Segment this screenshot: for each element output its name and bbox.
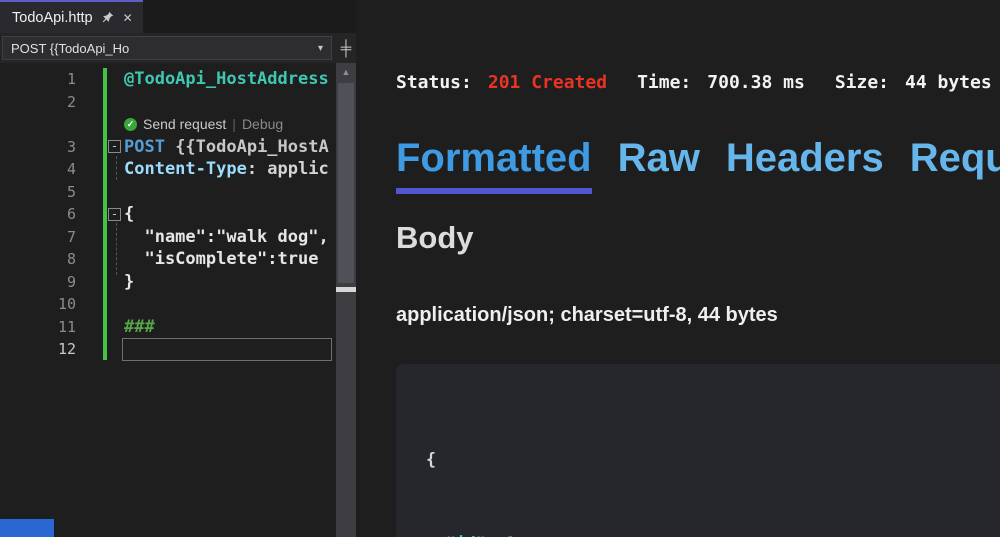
line-number: 11 bbox=[0, 318, 96, 336]
fold-guide-line bbox=[116, 223, 117, 275]
time-group: Time: 700.38 ms bbox=[637, 72, 805, 93]
splitter-grip[interactable] bbox=[336, 287, 356, 292]
status-group: Status: 201 Created bbox=[396, 72, 607, 93]
fold-gutter: - bbox=[96, 208, 124, 221]
tab-title: TodoApi.http bbox=[12, 10, 93, 26]
scrollbar-up-icon[interactable]: ▲ bbox=[336, 63, 356, 77]
scrollbar-thumb[interactable] bbox=[338, 83, 354, 283]
line-number: 3 bbox=[0, 138, 96, 156]
response-body-json: { "id": 1, "name": "walk dog", "isComple… bbox=[396, 364, 1000, 537]
pin-icon-svg bbox=[102, 11, 114, 23]
codelens: ✓ Send request | Debug bbox=[124, 116, 336, 132]
status-label: Status: bbox=[396, 72, 472, 93]
response-tabs: Formatted Raw Headers Request bbox=[396, 136, 1000, 194]
fold-collapse-icon[interactable]: - bbox=[108, 208, 121, 221]
tab-formatted[interactable]: Formatted bbox=[396, 136, 592, 194]
code-line[interactable]: 2 bbox=[0, 91, 336, 114]
code-line[interactable]: 5 bbox=[0, 181, 336, 204]
brace-token: { bbox=[124, 204, 134, 224]
url-token: {{TodoApi_HostA bbox=[165, 137, 329, 157]
code-line[interactable]: 6 - { bbox=[0, 203, 336, 226]
change-tracking-bar bbox=[103, 68, 107, 360]
json-token: "isComplete":true bbox=[124, 249, 318, 269]
tab-strip: TodoApi.http ✕ bbox=[0, 0, 356, 33]
codelens-divider: | bbox=[232, 116, 236, 132]
http-method-token: POST bbox=[124, 137, 165, 157]
debug-link[interactable]: Debug bbox=[242, 116, 283, 132]
code-text: "isComplete":true bbox=[124, 249, 336, 269]
code-line[interactable]: 9 } bbox=[0, 271, 336, 294]
response-pane: Status: 201 Created Time: 700.38 ms Size… bbox=[356, 0, 1000, 537]
http-editor[interactable]: 1 @TodoApi_HostAddress 2 ✓ Send request … bbox=[0, 63, 336, 537]
fold-gutter: - bbox=[96, 140, 124, 153]
header-value-token: : applic bbox=[247, 159, 329, 179]
current-line-highlight bbox=[122, 338, 332, 361]
tab-raw[interactable]: Raw bbox=[618, 136, 700, 194]
code-text: Content-Type: applic bbox=[124, 159, 336, 179]
code-line[interactable]: 1 @TodoApi_HostAddress bbox=[0, 68, 336, 91]
chevron-down-icon: ▾ bbox=[318, 43, 323, 54]
line-number: 10 bbox=[0, 295, 96, 313]
json-brace: { bbox=[426, 450, 436, 469]
code-line[interactable]: 11 ### bbox=[0, 316, 336, 339]
codelens-line: ✓ Send request | Debug bbox=[0, 113, 336, 136]
code-text: @TodoApi_HostAddress bbox=[124, 69, 336, 89]
line-number: 2 bbox=[0, 93, 96, 111]
brace-token: } bbox=[124, 272, 134, 292]
line-number-current: 12 bbox=[0, 340, 96, 358]
fold-collapse-icon[interactable]: - bbox=[108, 140, 121, 153]
status-value: 201 Created bbox=[488, 72, 607, 93]
code-line[interactable]: 8 "isComplete":true bbox=[0, 248, 336, 271]
close-icon[interactable]: ✕ bbox=[123, 12, 133, 24]
editor-tab-todoapi[interactable]: TodoApi.http ✕ bbox=[0, 0, 143, 33]
line-number: 4 bbox=[0, 160, 96, 178]
content-type-summary: application/json; charset=utf-8, 44 byte… bbox=[396, 304, 778, 327]
tab-headers[interactable]: Headers bbox=[726, 136, 884, 194]
send-request-check-icon: ✓ bbox=[124, 118, 137, 131]
send-request-link[interactable]: Send request bbox=[143, 116, 226, 132]
request-selector[interactable]: POST {{TodoApi_Ho ▾ bbox=[2, 36, 332, 60]
tab-request[interactable]: Request bbox=[910, 136, 1000, 194]
size-label: Size: bbox=[835, 72, 889, 93]
response-status-row: Status: 201 Created Time: 700.38 ms Size… bbox=[396, 72, 992, 93]
code-text: "name":"walk dog", bbox=[124, 227, 336, 247]
code-line[interactable]: 3 - POST {{TodoApi_HostA bbox=[0, 136, 336, 159]
request-selector-value: POST {{TodoApi_Ho bbox=[11, 41, 129, 56]
code-line[interactable]: 7 "name":"walk dog", bbox=[0, 226, 336, 249]
size-group: Size: 44 bytes bbox=[835, 72, 992, 93]
pin-icon[interactable] bbox=[102, 11, 114, 25]
size-value: 44 bytes bbox=[905, 72, 992, 93]
split-orientation-icon[interactable]: ╪ bbox=[336, 36, 356, 60]
line-number: 6 bbox=[0, 205, 96, 223]
line-number: 8 bbox=[0, 250, 96, 268]
code-line[interactable]: 4 Content-Type: applic bbox=[0, 158, 336, 181]
line-number: 9 bbox=[0, 273, 96, 291]
line-number: 1 bbox=[0, 70, 96, 88]
time-value: 700.38 ms bbox=[707, 72, 805, 93]
code-text: POST {{TodoApi_HostA bbox=[124, 137, 336, 157]
code-text: ### bbox=[124, 317, 336, 337]
fold-guide-line bbox=[116, 156, 117, 180]
delimiter-token: ### bbox=[124, 317, 155, 337]
header-name-token: Content-Type bbox=[124, 159, 247, 179]
editor-scrollbar[interactable]: ▲ bbox=[336, 63, 356, 537]
body-heading: Body bbox=[396, 220, 474, 256]
json-token: "name":"walk dog", bbox=[124, 227, 329, 247]
json-line: "id": 1, bbox=[426, 530, 1000, 537]
line-number: 7 bbox=[0, 228, 96, 246]
line-number: 5 bbox=[0, 183, 96, 201]
variable-token: @TodoApi_HostAddress bbox=[124, 69, 329, 89]
status-bar-fragment bbox=[0, 519, 54, 537]
request-toolbar: POST {{TodoApi_Ho ▾ ╪ bbox=[0, 33, 356, 63]
time-label: Time: bbox=[637, 72, 691, 93]
code-text: } bbox=[124, 272, 336, 292]
code-line[interactable]: 10 bbox=[0, 293, 336, 316]
code-text: { bbox=[124, 204, 336, 224]
json-line: { bbox=[426, 446, 1000, 474]
vs-http-editor-window: TodoApi.http ✕ POST {{TodoApi_Ho ▾ ╪ 1 @… bbox=[0, 0, 1000, 537]
